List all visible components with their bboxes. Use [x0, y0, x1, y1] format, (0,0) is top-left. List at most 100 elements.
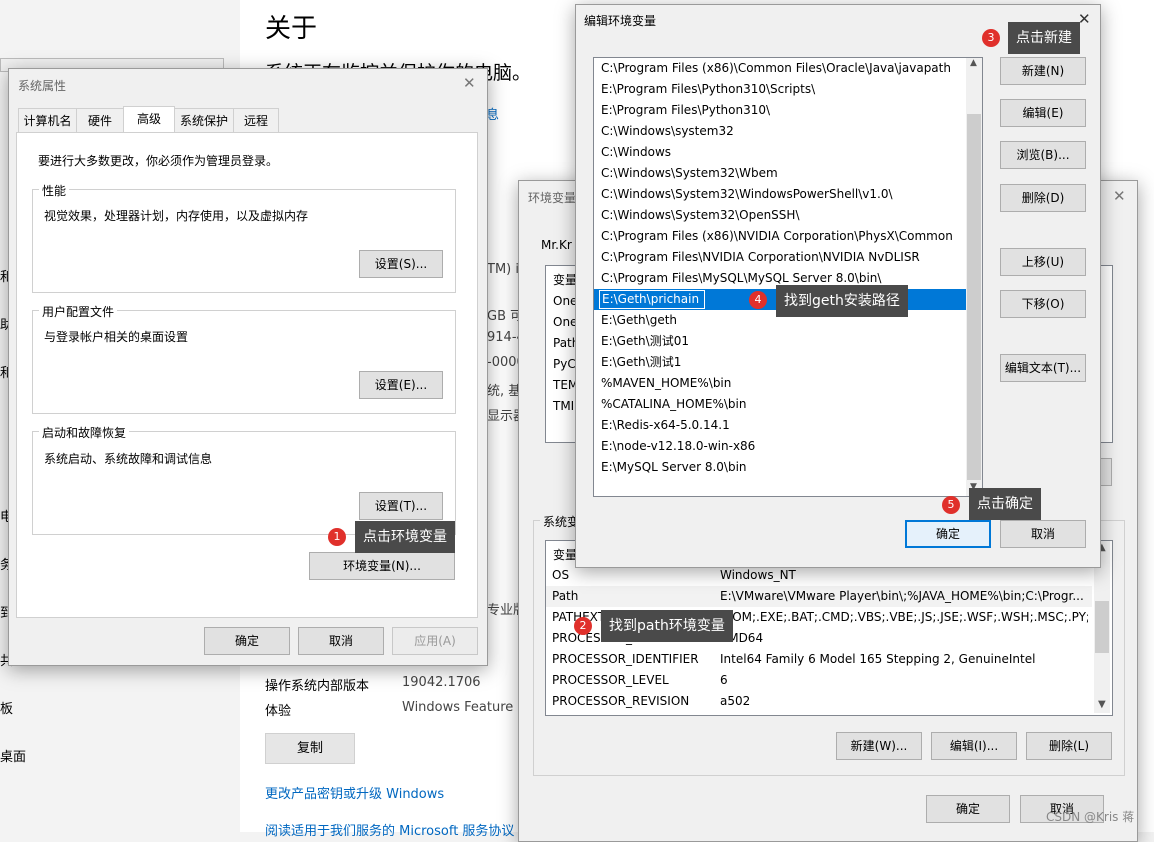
os-build-label: 操作系统内部版本	[265, 679, 370, 694]
path-item[interactable]: E:\Program Files\Python310\	[594, 100, 966, 121]
table-row-path[interactable]: Path E:\VMware\VMware Player\bin\;%JAVA_H…	[546, 586, 1092, 607]
env-ok-button[interactable]: 确定	[926, 795, 1010, 823]
user-variable-row[interactable]: PyC	[553, 357, 576, 371]
variable-name: OS	[552, 568, 570, 582]
tab-system-protection[interactable]: 系统保护	[174, 108, 234, 132]
startup-recovery-desc: 系统启动、系统故障和调试信息	[44, 452, 213, 466]
performance-settings-button[interactable]: 设置(S)...	[359, 250, 443, 278]
path-item[interactable]: E:\Redis-x64-5.0.14.1	[594, 415, 966, 436]
edit-env-title: 编辑环境变量	[584, 14, 657, 28]
user-variable-row[interactable]: One	[553, 315, 577, 329]
path-edit-input[interactable]: E:\Geth\prichain	[599, 290, 705, 309]
table-row[interactable]: PROCESSOR_REVISION a502	[546, 691, 1092, 712]
admin-note: 要进行大多数更改，你必须作为管理员登录。	[38, 154, 279, 168]
scrollbar-thumb[interactable]	[967, 114, 981, 480]
step-callout-1: 点击环境变量	[355, 521, 455, 553]
move-up-button[interactable]: 上移(U)	[1000, 248, 1086, 276]
sidebar-item-fragment[interactable]: 板	[0, 698, 13, 717]
path-item[interactable]: E:\Geth\测试01	[594, 331, 966, 352]
system-properties-title: 系统属性	[18, 79, 67, 93]
table-row[interactable]: OS Windows_NT	[546, 565, 1092, 586]
path-item[interactable]: E:\MySQL Server 8.0\bin	[594, 457, 966, 478]
variable-value: .COM;.EXE;.BAT;.CMD;.VBS;.VBE;.JS;.JSE;.…	[720, 610, 1088, 624]
startup-recovery-settings-button[interactable]: 设置(T)...	[359, 492, 443, 520]
path-item[interactable]: C:\Windows\system32	[594, 121, 966, 142]
table-row[interactable]: PROCESSOR_IDENTIFIER Intel64 Family 6 Mod…	[546, 649, 1092, 670]
tab-advanced[interactable]: 高级	[123, 106, 175, 133]
step-badge-4: 4	[749, 291, 767, 309]
system-delete-button[interactable]: 删除(L)	[1026, 732, 1112, 760]
os-build-value: 19042.1706	[402, 675, 481, 690]
environment-variables-title: 环境变量	[528, 191, 577, 205]
scroll-down-icon[interactable]: ▼	[1098, 699, 1106, 710]
move-down-button[interactable]: 下移(O)	[1000, 290, 1086, 318]
edit-cancel-button[interactable]: 取消	[1000, 520, 1086, 548]
delete-button[interactable]: 删除(D)	[1000, 184, 1086, 212]
tab-remote[interactable]: 远程	[233, 108, 279, 132]
user-variable-row[interactable]: TMI	[553, 399, 574, 413]
browse-button[interactable]: 浏览(B)...	[1000, 141, 1086, 169]
step-badge-5: 5	[942, 496, 960, 514]
path-item[interactable]: %CATALINA_HOME%\bin	[594, 394, 966, 415]
user-variables-column-header: 变量	[553, 273, 578, 287]
path-item[interactable]: E:\node-v12.18.0-win-x86	[594, 436, 966, 457]
system-variables-column-header: 变量	[553, 548, 578, 562]
close-icon[interactable]: ✕	[1113, 187, 1126, 205]
variable-value: Intel64 Family 6 Model 165 Stepping 2, G…	[720, 652, 1036, 666]
step-badge-3: 3	[982, 29, 1000, 47]
scroll-up-icon[interactable]: ▲	[970, 58, 977, 68]
path-item[interactable]: E:\Program Files\Python310\Scripts\	[594, 79, 966, 100]
path-item[interactable]: %MAVEN_HOME%\bin	[594, 373, 966, 394]
step-callout-3: 点击新建	[1008, 22, 1080, 54]
environment-variables-button[interactable]: 环境变量(N)...	[309, 552, 455, 580]
edit-text-button[interactable]: 编辑文本(T)...	[1000, 354, 1086, 382]
step-callout-5: 点击确定	[969, 488, 1041, 520]
variable-name: PROCESSOR_REVISION	[552, 694, 690, 708]
experience-label: 体验	[265, 704, 292, 719]
apply-button[interactable]: 应用(A)	[392, 627, 478, 655]
system-edit-button[interactable]: 编辑(I)...	[931, 732, 1017, 760]
copy-button[interactable]: 复制	[265, 733, 355, 764]
variable-name: PROCESSOR_LEVEL	[552, 673, 669, 687]
service-agreement-link[interactable]: 阅读适用于我们服务的 Microsoft 服务协议	[265, 820, 514, 839]
path-item[interactable]: C:\Windows	[594, 142, 966, 163]
path-item[interactable]: C:\Program Files (x86)\NVIDIA Corporatio…	[594, 226, 966, 247]
path-item[interactable]: C:\Program Files (x86)\Common Files\Orac…	[594, 58, 966, 79]
variable-value: Windows_NT	[720, 568, 796, 582]
close-icon[interactable]: ✕	[463, 74, 476, 92]
cancel-button[interactable]: 取消	[298, 627, 384, 655]
user-profiles-desc: 与登录帐户相关的桌面设置	[44, 330, 189, 344]
user-variable-row[interactable]: One	[553, 294, 577, 308]
path-item[interactable]: C:\Program Files\NVIDIA Corporation\NVID…	[594, 247, 966, 268]
variable-value: E:\VMware\VMware Player\bin\;%JAVA_HOME%…	[720, 589, 1084, 603]
tab-computer-name[interactable]: 计算机名	[18, 108, 77, 132]
variable-name: PROCESSOR_IDENTIFIER	[552, 652, 699, 666]
edit-button[interactable]: 编辑(E)	[1000, 99, 1086, 127]
variable-value: AMD64	[720, 631, 764, 645]
step-badge-2: 2	[574, 617, 592, 635]
new-button[interactable]: 新建(N)	[1000, 57, 1086, 85]
upgrade-windows-link[interactable]: 更改产品密钥或升级 Windows	[265, 783, 444, 802]
variable-value: a502	[720, 694, 751, 708]
about-title: 关于	[265, 14, 318, 44]
system-new-button[interactable]: 新建(W)...	[836, 732, 922, 760]
watermark: CSDN @Kris 蒋	[1046, 810, 1135, 824]
ok-button[interactable]: 确定	[204, 627, 290, 655]
step-badge-1: 1	[328, 528, 346, 546]
sidebar-item-fragment[interactable]: 桌面	[0, 746, 26, 765]
scrollbar-thumb[interactable]	[1095, 601, 1109, 653]
path-item[interactable]: C:\Windows\System32\WindowsPowerShell\v1…	[594, 184, 966, 205]
path-item[interactable]: E:\Geth\测试1	[594, 352, 966, 373]
step-callout-2: 找到path环境变量	[601, 610, 733, 642]
step-callout-4: 找到geth安装路径	[776, 285, 908, 317]
variable-name: Path	[552, 589, 579, 603]
path-item[interactable]: C:\Windows\System32\OpenSSH\	[594, 205, 966, 226]
table-row[interactable]: PROCESSOR_LEVEL 6	[546, 670, 1092, 691]
user-variables-heading: Mr.Kr	[541, 238, 572, 252]
edit-ok-button[interactable]: 确定	[905, 520, 991, 548]
tab-hardware[interactable]: 硬件	[76, 108, 124, 132]
path-item[interactable]: C:\Windows\System32\Wbem	[594, 163, 966, 184]
startup-recovery-title: 启动和故障恢复	[39, 424, 130, 441]
performance-desc: 视觉效果，处理器计划，内存使用，以及虚拟内存	[44, 209, 309, 223]
user-profiles-settings-button[interactable]: 设置(E)...	[359, 371, 443, 399]
